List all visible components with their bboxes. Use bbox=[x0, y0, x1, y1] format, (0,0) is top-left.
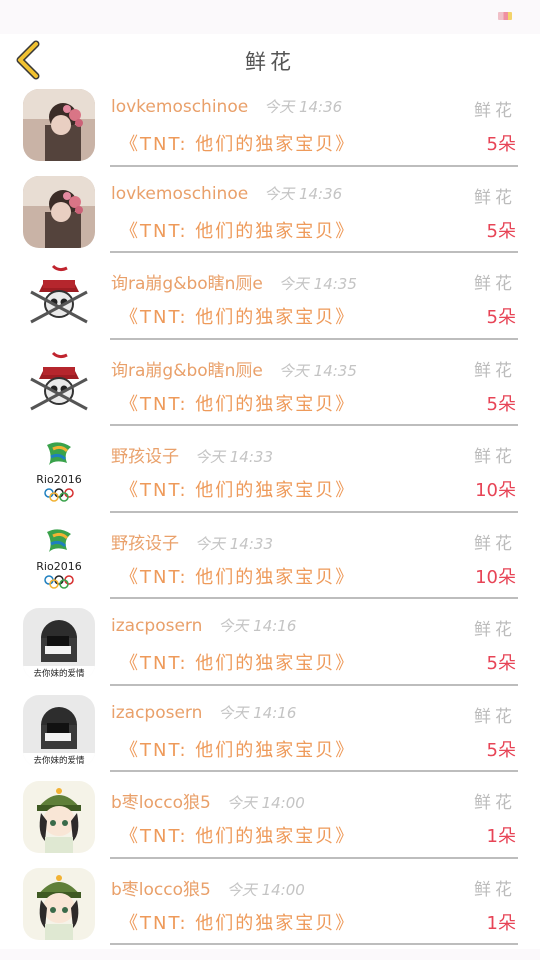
username[interactable]: 野孩设子 bbox=[111, 534, 179, 554]
gift-list: lovkemoschinoe 今天 14:36 鲜花 《TNT: 他们的独家宝贝》… bbox=[0, 84, 540, 949]
gift-count: 5朵 bbox=[486, 739, 516, 761]
username[interactable]: b枣locco狼5 bbox=[111, 793, 211, 813]
avatar-text: 去你妹的爱情 bbox=[33, 668, 85, 679]
divider bbox=[110, 424, 518, 426]
gift-type-label: 鲜花 bbox=[474, 447, 516, 467]
list-item[interactable]: 去你妹的爱情 izacposern 今天 14:16 鲜花 《TNT: 他们的独家… bbox=[0, 603, 540, 690]
timestamp: 今天 14:33 bbox=[195, 534, 273, 553]
gift-book-title[interactable]: 《TNT: 他们的独家宝贝》 bbox=[120, 130, 355, 156]
gift-type-label: 鲜花 bbox=[474, 793, 516, 813]
list-item[interactable]: 询ra崩g&bo瞎n厕e 今天 14:35 鲜花 《TNT: 他们的独家宝贝》 5… bbox=[0, 257, 540, 344]
divider bbox=[110, 510, 518, 513]
divider bbox=[110, 683, 518, 686]
list-item[interactable]: Rio2016 野孩设子 今天 14:33 鲜花 《TNT: 他们的独家宝贝》 1… bbox=[0, 516, 540, 603]
gift-type-label: 鲜花 bbox=[474, 360, 516, 381]
avatar[interactable]: Rio2016 bbox=[23, 435, 95, 507]
gift-count: 5朵 bbox=[486, 220, 516, 242]
gift-count: 1朵 bbox=[486, 912, 516, 934]
divider bbox=[110, 856, 518, 859]
timestamp: 今天 14:36 bbox=[264, 98, 343, 116]
avatar[interactable] bbox=[23, 262, 95, 334]
list-item[interactable]: lovkemoschinoe 今天 14:36 鲜花 《TNT: 他们的独家宝贝》… bbox=[0, 84, 540, 171]
gift-book-title[interactable]: 《TNT: 他们的独家宝贝》 bbox=[120, 909, 355, 935]
rio2016-avatar: Rio2016 bbox=[23, 521, 95, 594]
gift-book-title[interactable]: 《TNT: 他们的独家宝贝》 bbox=[120, 390, 355, 416]
page-title: 鲜花 bbox=[245, 50, 295, 74]
list-item[interactable]: 询ra崩g&bo瞎n厕e 今天 14:35 鲜花 《TNT: 他们的独家宝贝》 5… bbox=[0, 343, 540, 430]
avatar[interactable] bbox=[23, 175, 95, 248]
username[interactable]: lovkemoschinoe bbox=[111, 184, 248, 204]
pirate-skull-avatar bbox=[23, 348, 95, 421]
gift-type-label: 鲜花 bbox=[474, 620, 516, 640]
username[interactable]: 野孩设子 bbox=[111, 447, 179, 467]
gift-book-title[interactable]: 《TNT: 他们的独家宝贝》 bbox=[120, 649, 355, 675]
gift-type-label: 鲜花 bbox=[474, 101, 516, 121]
timestamp: 今天 14:16 bbox=[218, 617, 297, 635]
masked-girl-avatar: 去你妹的爱情 bbox=[23, 608, 95, 680]
gift-type-label: 鲜花 bbox=[474, 533, 516, 554]
timestamp: 今天 14:00 bbox=[226, 880, 305, 899]
divider bbox=[110, 597, 518, 599]
avatar[interactable]: 去你妹的爱情 bbox=[23, 608, 95, 680]
username[interactable]: izacposern bbox=[111, 616, 202, 636]
username[interactable]: 询ra崩g&bo瞎n厕e bbox=[111, 274, 263, 294]
avatar[interactable]: 去你妹的爱情 bbox=[23, 694, 95, 767]
avatar-image bbox=[23, 175, 95, 248]
status-bar bbox=[0, 0, 540, 34]
avatar-text: 去你妹的爱情 bbox=[33, 755, 85, 766]
rio2016-avatar: Rio2016 bbox=[23, 435, 95, 507]
list-item[interactable]: 去你妹的爱情 izacposern 今天 14:16 鲜花 《TNT: 他们的独家… bbox=[0, 689, 540, 776]
username[interactable]: 询ra崩g&bo瞎n厕e bbox=[111, 361, 263, 381]
timestamp: 今天 14:35 bbox=[278, 275, 357, 293]
list-item[interactable]: b枣locco狼5 今天 14:00 鲜花 《TNT: 他们的独家宝贝》 1朵 bbox=[0, 862, 540, 949]
avatar[interactable] bbox=[23, 867, 95, 940]
gift-book-title[interactable]: 《TNT: 他们的独家宝贝》 bbox=[120, 217, 355, 243]
gift-book-title[interactable]: 《TNT: 他们的独家宝贝》 bbox=[120, 822, 355, 848]
gift-type-label: 鲜花 bbox=[474, 274, 516, 294]
avatar[interactable] bbox=[23, 781, 95, 853]
avatar[interactable] bbox=[23, 348, 95, 421]
username[interactable]: lovkemoschinoe bbox=[111, 97, 248, 117]
gift-count: 1朵 bbox=[486, 826, 516, 847]
pirate-skull-avatar bbox=[23, 262, 95, 334]
gift-count: 10朵 bbox=[475, 480, 516, 501]
gift-type-label: 鲜花 bbox=[474, 187, 516, 208]
divider bbox=[110, 164, 518, 167]
timestamp: 今天 14:36 bbox=[264, 184, 343, 203]
gift-book-title[interactable]: 《TNT: 他们的独家宝贝》 bbox=[120, 736, 355, 762]
anime-girl-avatar bbox=[23, 867, 95, 940]
timestamp: 今天 14:33 bbox=[195, 448, 273, 466]
avatar-text: Rio2016 bbox=[36, 560, 81, 573]
gift-count: 5朵 bbox=[486, 134, 516, 155]
divider bbox=[110, 337, 518, 340]
gift-count: 5朵 bbox=[486, 393, 516, 415]
divider bbox=[110, 251, 518, 253]
gift-count: 5朵 bbox=[486, 653, 516, 674]
avatar[interactable]: Rio2016 bbox=[23, 521, 95, 594]
list-item[interactable]: b枣locco狼5 今天 14:00 鲜花 《TNT: 他们的独家宝贝》 1朵 bbox=[0, 776, 540, 863]
divider bbox=[110, 770, 518, 772]
list-item[interactable]: lovkemoschinoe 今天 14:36 鲜花 《TNT: 他们的独家宝贝》… bbox=[0, 170, 540, 257]
timestamp: 今天 14:00 bbox=[226, 794, 305, 812]
masked-girl-avatar: 去你妹的爱情 bbox=[23, 694, 95, 767]
gift-type-label: 鲜花 bbox=[474, 706, 516, 727]
anime-girl-avatar bbox=[23, 781, 95, 853]
gift-book-title[interactable]: 《TNT: 他们的独家宝贝》 bbox=[120, 303, 355, 329]
gift-count: 10朵 bbox=[475, 566, 516, 588]
username[interactable]: izacposern bbox=[111, 703, 202, 723]
gift-count: 5朵 bbox=[486, 307, 516, 328]
gift-type-label: 鲜花 bbox=[474, 879, 516, 900]
avatar-image bbox=[23, 89, 95, 161]
avatar-text: Rio2016 bbox=[36, 473, 81, 486]
gift-book-title[interactable]: 《TNT: 他们的独家宝贝》 bbox=[120, 476, 355, 502]
username[interactable]: b枣locco狼5 bbox=[111, 880, 211, 900]
timestamp: 今天 14:35 bbox=[278, 361, 357, 380]
list-item[interactable]: Rio2016 野孩设子 今天 14:33 鲜花 《TNT: 他们的独家宝贝》 1… bbox=[0, 430, 540, 517]
divider bbox=[110, 943, 518, 945]
timestamp: 今天 14:16 bbox=[218, 703, 297, 722]
gift-book-title[interactable]: 《TNT: 他们的独家宝贝》 bbox=[120, 563, 355, 589]
nav-bar: 鲜花 bbox=[0, 34, 540, 84]
battery-icon bbox=[498, 12, 512, 20]
avatar[interactable] bbox=[23, 89, 95, 161]
